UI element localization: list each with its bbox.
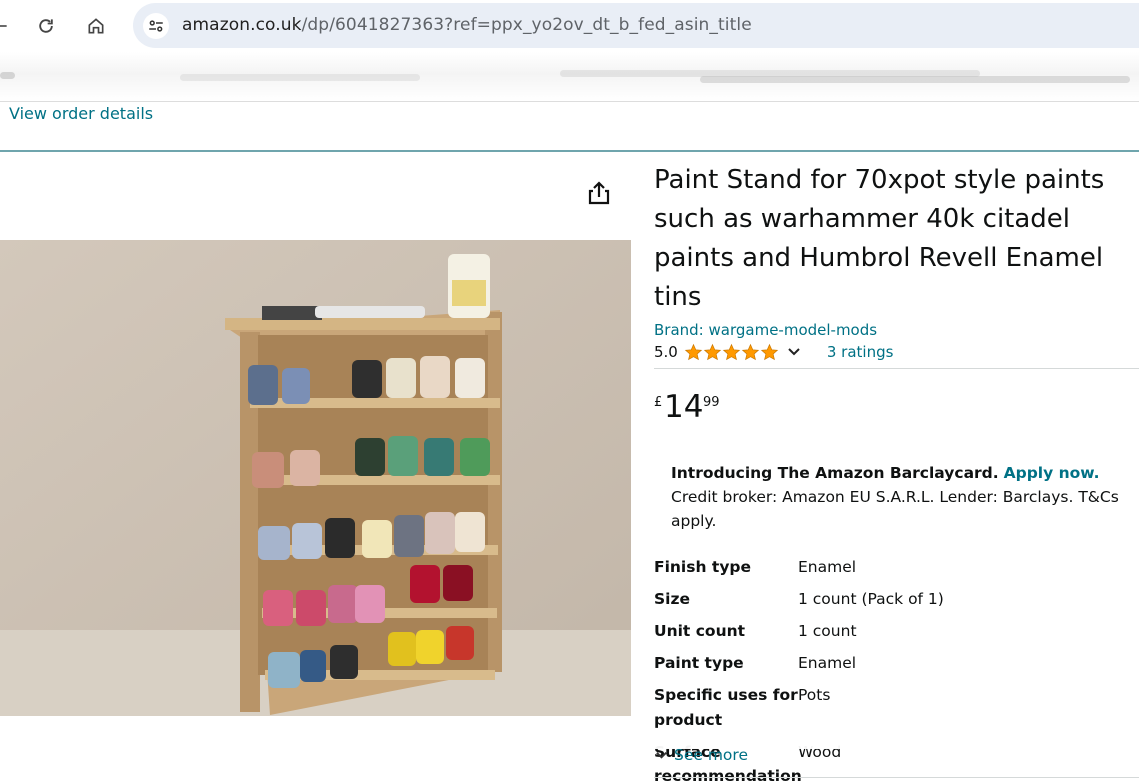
product-info: Paint Stand for 70xpot style paints such… [654, 160, 1139, 784]
divider [654, 777, 1139, 778]
barclaycard-promo: Introducing The Amazon Barclaycard. Appl… [671, 461, 1126, 533]
promo-text: Credit broker: Amazon EU S.A.R.L. Lender… [671, 488, 1119, 530]
see-more-link[interactable]: See more [655, 746, 748, 764]
home-button[interactable] [82, 12, 110, 40]
spec-row: Paint type Enamel [654, 651, 1139, 676]
chevron-down-icon [656, 751, 667, 759]
rating-value: 5.0 [654, 343, 678, 361]
spec-value: Enamel [798, 654, 857, 672]
spec-label: Finish type [654, 558, 752, 576]
spec-value: 1 count (Pack of 1) [798, 590, 944, 608]
url-path: /dp/6041827363?ref=ppx_yo2ov_dt_b_fed_as… [301, 15, 752, 35]
spec-label: Unit count [654, 622, 746, 640]
price-whole: 14 [664, 389, 704, 425]
arrow-left-icon [0, 25, 7, 27]
apply-now-link[interactable]: Apply now. [1004, 464, 1100, 482]
star-icon [760, 343, 779, 360]
star-rating[interactable] [684, 343, 779, 362]
divider [654, 368, 1139, 369]
rating-row: 5.0 3 ratings [654, 340, 1139, 364]
share-button[interactable] [585, 179, 613, 207]
spec-row: Finish type Enamel [654, 555, 1139, 580]
price-symbol: £ [654, 395, 663, 410]
site-header-cropped [0, 52, 1139, 102]
spec-row: Unit count 1 count [654, 619, 1139, 644]
product-image[interactable] [0, 240, 631, 716]
home-icon [88, 18, 104, 34]
divider [0, 150, 1139, 152]
spec-label: Size [654, 590, 691, 608]
view-order-details-link[interactable]: View order details [9, 104, 153, 123]
spec-label: Specific uses for product [654, 686, 798, 729]
url-text[interactable]: amazon.co.uk/dp/6041827363?ref=ppx_yo2ov… [182, 15, 752, 35]
reload-button[interactable] [32, 12, 60, 40]
see-more-label: See more [674, 746, 748, 764]
star-icon [722, 343, 741, 360]
spec-value: Enamel [798, 558, 857, 576]
chevron-down-icon[interactable] [787, 345, 801, 359]
paint-stand-illustration [0, 240, 631, 716]
brand-link[interactable]: Brand: wargame-model-mods [654, 321, 1139, 339]
tune-icon [149, 20, 163, 32]
promo-intro: Introducing The Amazon Barclaycard. [671, 464, 999, 482]
star-icon [703, 343, 722, 360]
browser-toolbar: amazon.co.uk/dp/6041827363?ref=ppx_yo2ov… [0, 0, 1139, 52]
spec-row: Specific uses for product Pots [654, 683, 1139, 732]
url-host: amazon.co.uk [182, 15, 302, 35]
site-info-button[interactable] [143, 13, 169, 39]
star-icon [684, 343, 703, 360]
price: £ 14 99 [654, 389, 1139, 449]
address-bar[interactable]: amazon.co.uk/dp/6041827363?ref=ppx_yo2ov… [133, 3, 1139, 48]
spec-row: Size 1 count (Pack of 1) [654, 587, 1139, 612]
spec-label: Paint type [654, 654, 744, 672]
star-icon [741, 343, 760, 360]
share-icon [588, 181, 610, 205]
price-fraction: 99 [703, 395, 720, 410]
back-button[interactable] [0, 12, 14, 40]
ratings-count-link[interactable]: 3 ratings [827, 343, 894, 361]
product-title: Paint Stand for 70xpot style paints such… [654, 165, 1105, 312]
spec-value: 1 count [798, 622, 857, 640]
spec-value: Pots [798, 686, 831, 704]
reload-icon [39, 19, 53, 33]
